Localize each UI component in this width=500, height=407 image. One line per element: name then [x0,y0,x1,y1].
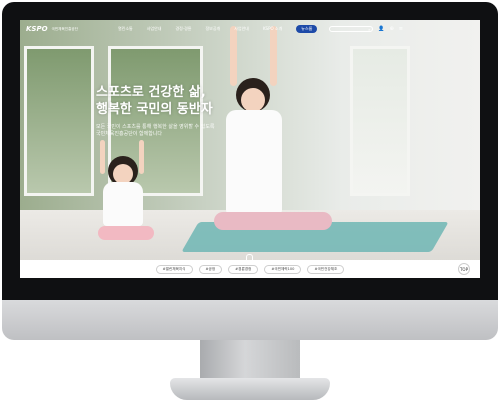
scroll-top-button[interactable]: TOP [458,263,470,275]
logo-subtitle: 국민체육진흥공단 [51,26,78,31]
screen: KSPO 국민체육진흥공단 열린소통 사업안내 경정·경륜 정보공개 사업안내 … [20,20,480,278]
search-input[interactable]: ⌕ [329,26,374,32]
window-left [24,46,94,196]
main-nav: 열린소통 사업안내 경정·경륜 정보공개 사업안내 KSPO 소개 [118,26,282,32]
globe-icon[interactable]: ⊕ [390,26,394,32]
monitor-stand-neck [200,340,300,380]
nav-item-3[interactable]: 경정·경륜 [175,26,191,32]
nav-item-6[interactable]: KSPO 소개 [263,26,282,32]
quick-links-bar: #열린체육지식 #공정 #경륜경정 #국민체력100 #국민건강체조 [20,260,480,278]
nav-item-4[interactable]: 정보공개 [205,26,220,32]
menu-icon[interactable]: ≡ [399,26,403,32]
quick-link-2[interactable]: #공정 [198,264,223,274]
monitor-chin [2,300,498,340]
monitor: KSPO 국민체육진흥공단 열린소통 사업안내 경정·경륜 정보공개 사업안내 … [0,0,500,400]
newsroom-button[interactable]: 뉴스룸 [296,25,318,33]
hero-headline-line2: 행복한 국민의 동반자 [96,102,213,117]
hero-headline: 스포츠로 건강한 삶, 행복한 국민의 동반자 [96,84,213,118]
nav-item-5[interactable]: 사업안내 [234,26,249,32]
monitor-stand-base [170,378,330,400]
search-icon[interactable]: ⌕ [368,27,370,32]
hero-subtext: 모든 국민이 스포츠를 통해 행복한 삶을 영위할 수 있도록 국민체육진흥공단… [96,124,215,137]
quick-link-3[interactable]: #경륜경정 [228,264,259,274]
window-right [350,46,410,196]
logo[interactable]: KSPO [26,25,48,33]
quick-link-1[interactable]: #열린체육지식 [155,264,193,274]
quick-link-4[interactable]: #국민체력100 [264,264,302,274]
user-icon[interactable]: 👤 [378,26,384,32]
hero-headline-line1: 스포츠로 건강한 삶, [96,85,206,100]
top-navigation: KSPO 국민체육진흥공단 열린소통 사업안내 경정·경륜 정보공개 사업안내 … [20,20,480,38]
quick-link-5[interactable]: #국민건강체조 [307,264,345,274]
nav-item-2[interactable]: 사업안내 [147,26,162,32]
nav-item-1[interactable]: 열린소통 [118,26,133,32]
